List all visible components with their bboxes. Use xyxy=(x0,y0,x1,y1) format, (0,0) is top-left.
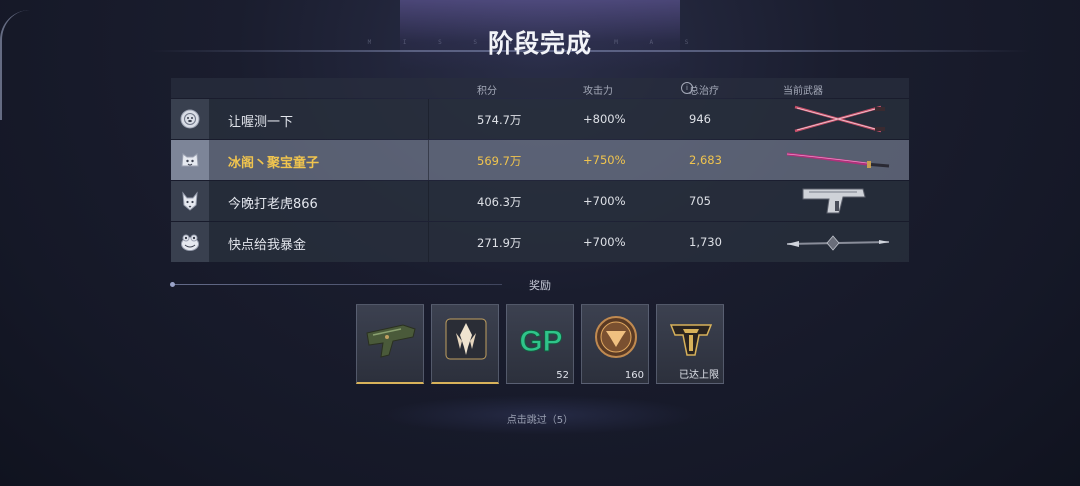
player-attack: +700% xyxy=(583,194,626,208)
player-attack: +700% xyxy=(583,235,626,249)
tf-badge-icon xyxy=(669,324,713,356)
reward-item[interactable]: 160 xyxy=(581,304,649,384)
player-attack: +800% xyxy=(583,112,626,126)
skip-prompt[interactable]: 点击跳过（5） xyxy=(0,411,1080,426)
row-divider xyxy=(428,99,429,139)
player-heal: 946 xyxy=(689,112,711,126)
bronze-medal-icon xyxy=(595,316,637,358)
fox-face-avatar-icon xyxy=(182,191,198,211)
column-heal: 总治疗 xyxy=(689,86,719,97)
scoreboard-header: 积分 i 攻击力 总治疗 当前武器 xyxy=(171,78,909,98)
row-divider xyxy=(428,140,429,180)
avatar-cell xyxy=(171,222,209,262)
dog-face-avatar-icon xyxy=(180,109,200,129)
twin-blades-icon xyxy=(794,105,885,133)
avatar-cell xyxy=(171,181,209,221)
player-name: 让喔测一下 xyxy=(228,115,294,130)
column-attack: 攻击力 xyxy=(583,86,613,97)
player-row[interactable]: 快点给我暴金 271.9万 +700% 1,730 xyxy=(171,222,909,262)
player-score: 271.9万 xyxy=(477,236,522,250)
player-name: 今晚打老虎866 xyxy=(228,197,318,212)
column-weapon: 当前武器 xyxy=(783,86,823,97)
scoreboard: 积分 i 攻击力 总治疗 当前武器 让喔测一下 574.7万 +800% 946 xyxy=(171,78,909,262)
column-score: 积分 xyxy=(477,86,497,97)
avatar-cell xyxy=(171,99,209,139)
svg-text:GP: GP xyxy=(519,325,562,358)
player-row-self[interactable]: 冰阁丶聚宝童子 569.7万 +750% 2,683 xyxy=(171,140,909,180)
avatar-cell xyxy=(171,140,209,180)
page-title: 阶段完成 xyxy=(487,29,592,58)
crystal-emblem-icon xyxy=(445,318,487,360)
row-divider xyxy=(428,222,429,262)
spear-icon xyxy=(786,235,890,251)
player-row[interactable]: 今晚打老虎866 406.3万 +700% 705 xyxy=(171,181,909,221)
player-heal: 2,683 xyxy=(689,153,722,167)
player-row[interactable]: 让喔测一下 574.7万 +800% 946 xyxy=(171,99,909,139)
reward-item[interactable] xyxy=(431,304,499,384)
reward-item[interactable]: GP 52 xyxy=(506,304,574,384)
reward-list: GP 52 160 已达上限 xyxy=(356,304,726,384)
reward-title: 奖励 xyxy=(529,279,551,292)
reward-count: 52 xyxy=(556,370,569,381)
player-name: 快点给我暴金 xyxy=(228,238,307,253)
player-attack: +750% xyxy=(583,153,626,167)
player-score: 569.7万 xyxy=(477,154,522,168)
reward-item[interactable]: 已达上限 xyxy=(656,304,724,384)
reward-item[interactable] xyxy=(356,304,424,384)
player-heal: 1,730 xyxy=(689,235,722,249)
reward-count: 160 xyxy=(624,370,644,381)
player-score: 574.7万 xyxy=(477,113,522,127)
row-divider xyxy=(428,181,429,221)
player-heal: 705 xyxy=(689,194,711,208)
rifle-icon xyxy=(366,324,416,358)
player-name: 冰阁丶聚宝童子 xyxy=(228,156,320,171)
gp-icon: GP xyxy=(519,325,563,359)
player-score: 406.3万 xyxy=(477,195,522,209)
reward-count: 已达上限 xyxy=(679,370,719,381)
katana-icon xyxy=(786,152,890,168)
frog-face-avatar-icon xyxy=(181,234,199,251)
pistol-icon xyxy=(802,188,866,214)
cat-face-avatar-icon xyxy=(181,153,199,167)
